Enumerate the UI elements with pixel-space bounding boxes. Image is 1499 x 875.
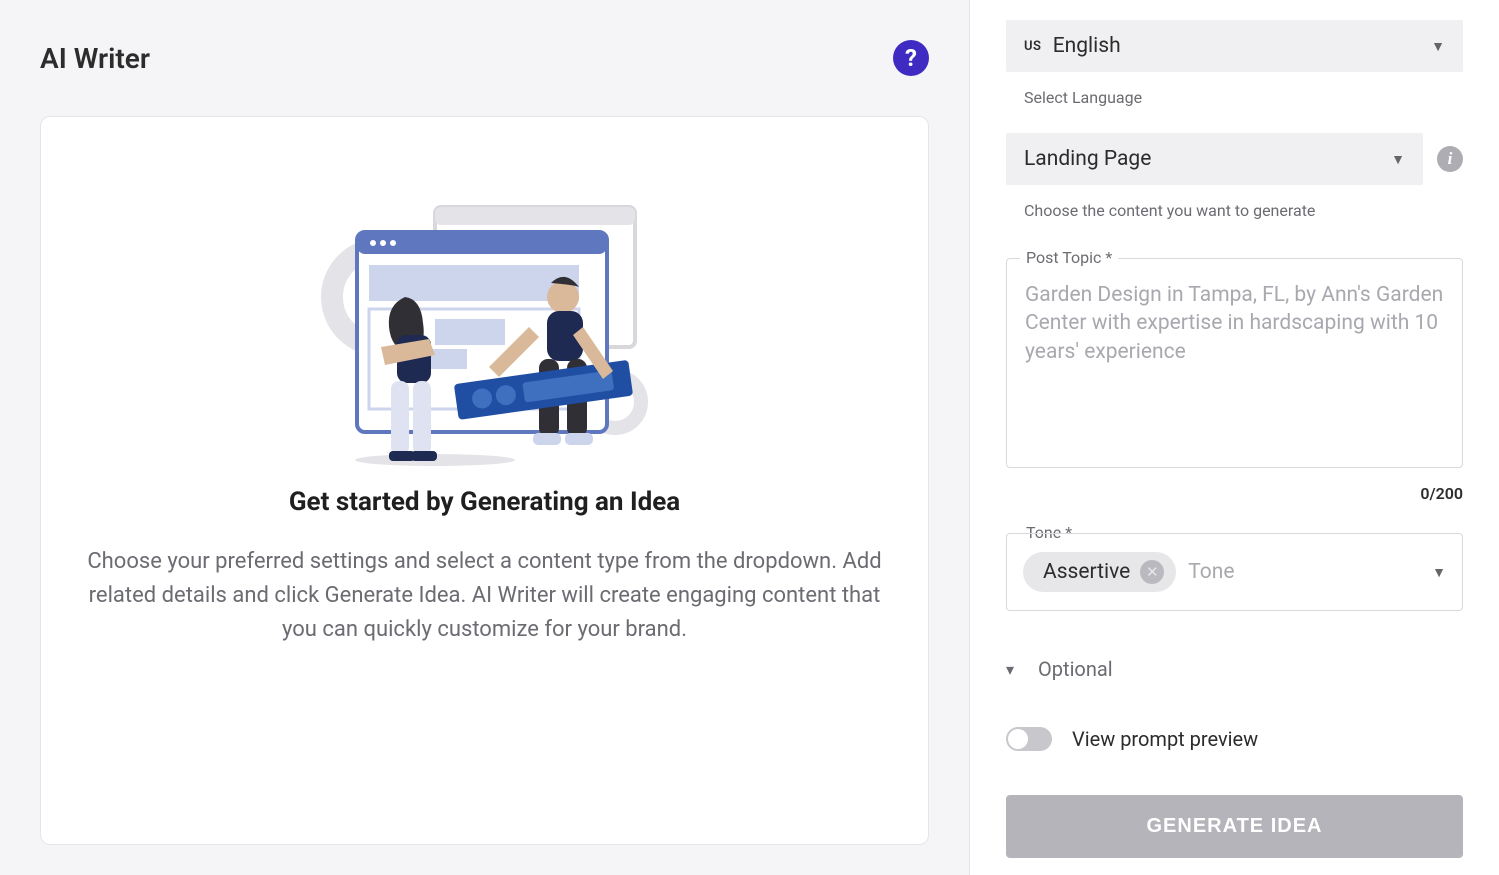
intro-card: Get started by Generating an Idea Choose…: [40, 116, 929, 845]
settings-sidebar: US English ▼ Select Language Landing Pag…: [969, 0, 1499, 875]
prompt-preview-label: View prompt preview: [1072, 727, 1258, 751]
tone-group: Tone * Assertive ✕ Tone ▼: [1006, 533, 1463, 611]
prompt-preview-toggle[interactable]: [1006, 727, 1052, 751]
content-type-value: Landing Page: [1024, 147, 1151, 171]
optional-label: Optional: [1038, 657, 1113, 681]
chevron-down-icon: ▼: [1391, 151, 1405, 168]
generate-idea-button[interactable]: GENERATE IDEA: [1006, 795, 1463, 858]
tone-placeholder: Tone: [1188, 560, 1420, 584]
optional-toggle[interactable]: ▾ Optional: [1006, 657, 1463, 681]
info-icon[interactable]: i: [1437, 146, 1463, 172]
language-select[interactable]: US English ▼: [1006, 20, 1463, 72]
post-topic-input[interactable]: [1006, 258, 1463, 468]
toggle-knob: [1008, 729, 1028, 749]
tone-select[interactable]: Assertive ✕ Tone ▼: [1006, 533, 1463, 611]
chevron-down-icon: ▼: [1431, 38, 1445, 55]
remove-chip-icon[interactable]: ✕: [1140, 560, 1164, 584]
post-topic-group: Post Topic *: [1006, 258, 1463, 472]
main-panel: AI Writer ?: [0, 0, 969, 875]
content-type-select[interactable]: Landing Page ▼: [1006, 133, 1423, 185]
chevron-down-icon: ▾: [1006, 660, 1014, 679]
chevron-down-icon: ▼: [1432, 564, 1446, 581]
help-icon[interactable]: ?: [893, 40, 929, 76]
language-prefix: US: [1024, 39, 1041, 54]
char-counter: 0/200: [1006, 484, 1463, 503]
illustration: [305, 177, 665, 467]
language-label: Select Language: [1024, 88, 1463, 107]
page-title: AI Writer: [40, 42, 150, 75]
card-description: Choose your preferred settings and selec…: [81, 545, 888, 647]
language-value: English: [1053, 34, 1121, 58]
post-topic-legend: Post Topic *: [1020, 248, 1118, 267]
card-heading: Get started by Generating an Idea: [289, 487, 680, 517]
tone-chip-label: Assertive: [1043, 560, 1130, 584]
content-type-label: Choose the content you want to generate: [1024, 201, 1463, 220]
tone-chip: Assertive ✕: [1023, 552, 1176, 592]
